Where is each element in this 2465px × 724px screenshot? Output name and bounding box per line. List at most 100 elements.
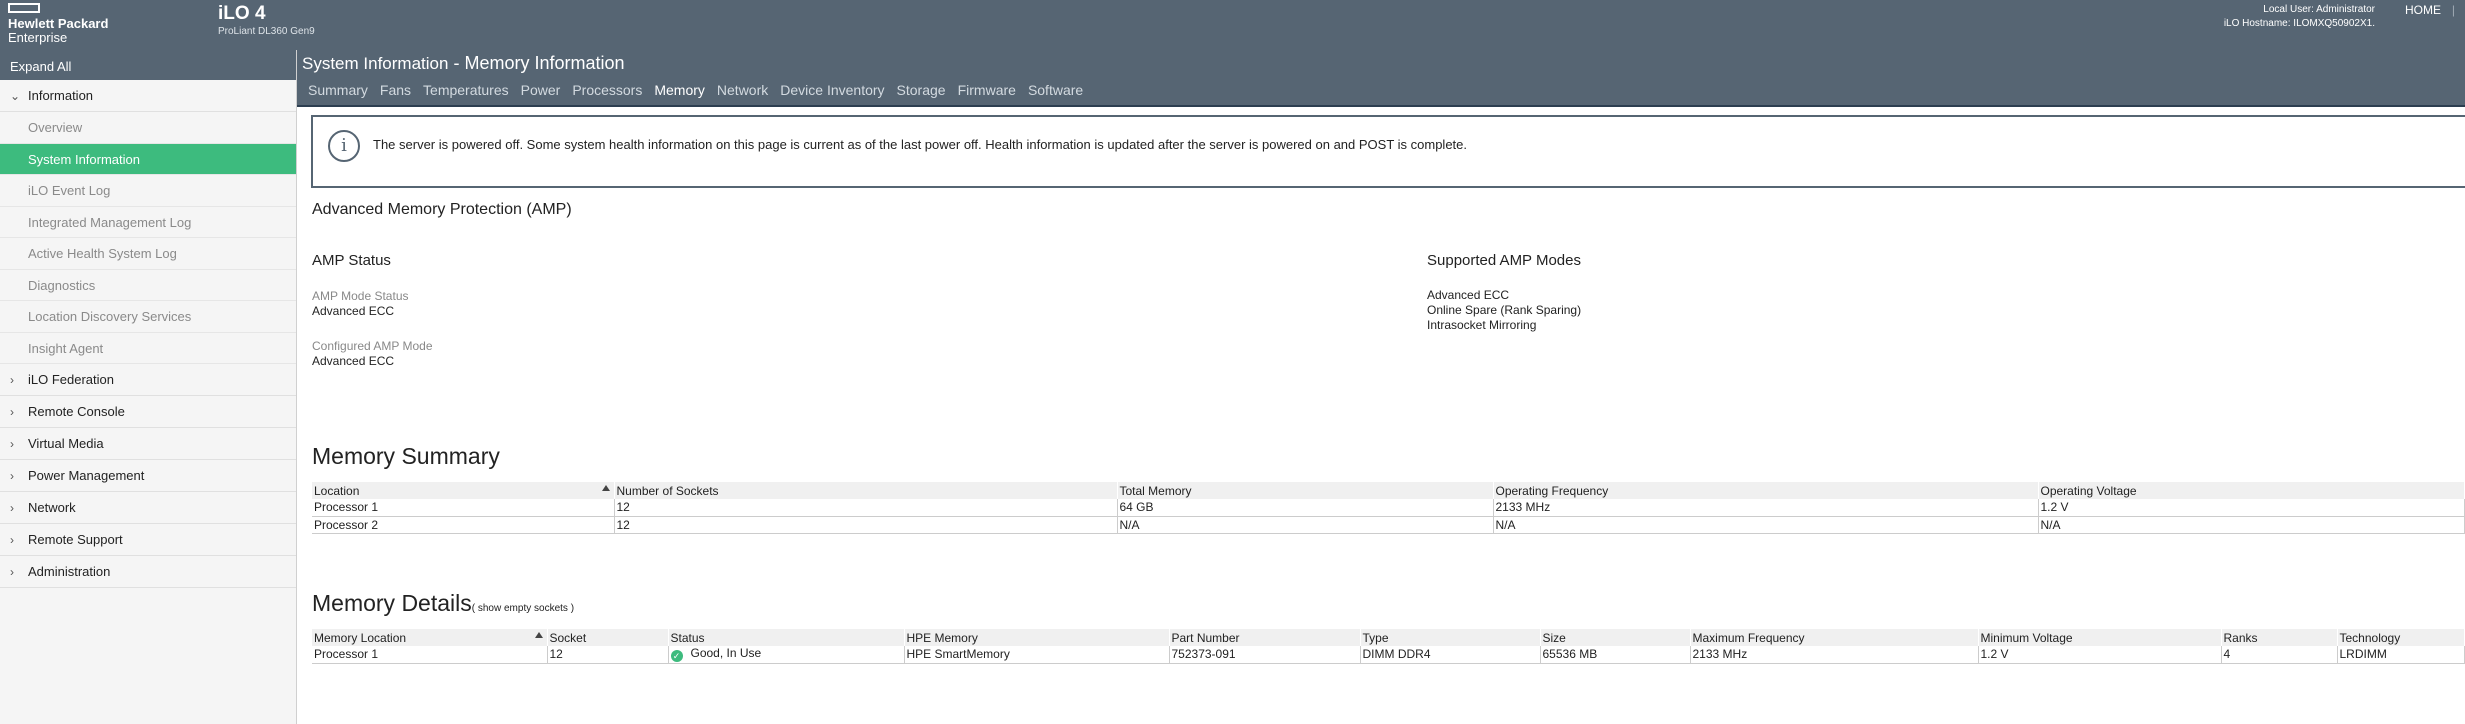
- amp-mode-status-label: AMP Mode Status: [312, 289, 409, 303]
- column-header-type[interactable]: Type: [1360, 629, 1541, 646]
- cell-operating-frequency: N/A: [1493, 516, 2039, 534]
- column-header-hpe-memory[interactable]: HPE Memory: [904, 629, 1170, 646]
- nav-remote-support[interactable]: › Remote Support: [0, 524, 296, 556]
- amp-title: Advanced Memory Protection (AMP): [312, 201, 572, 218]
- status-text: Good, In Use: [690, 646, 762, 661]
- nav-remote-console[interactable]: › Remote Console: [0, 396, 296, 428]
- nav-ilo-federation[interactable]: › iLO Federation: [0, 364, 296, 396]
- column-header-size[interactable]: Size: [1540, 629, 1691, 646]
- column-header-location[interactable]: Location: [312, 482, 615, 499]
- nav-section-label: iLO Federation: [28, 372, 114, 387]
- nav-location-discovery-services[interactable]: Location Discovery Services: [0, 301, 296, 333]
- table-row: Processor 1 12 64 GB 2133 MHz 1.2 V: [312, 499, 2465, 517]
- nav-overview[interactable]: Overview: [0, 112, 296, 144]
- brand-line1: Hewlett Packard: [8, 16, 109, 31]
- tab-storage[interactable]: Storage: [885, 80, 946, 105]
- header-divider: [297, 105, 2465, 107]
- nav-section-label: Power Management: [28, 468, 145, 483]
- cell-operating-voltage: N/A: [2038, 516, 2465, 534]
- show-empty-sockets-link[interactable]: show empty sockets: [478, 603, 568, 614]
- sort-ascending-icon[interactable]: [534, 632, 543, 638]
- hpe-logo-mark: [8, 3, 40, 13]
- cell-location: Processor 2: [312, 516, 615, 534]
- column-header-operating-frequency[interactable]: Operating Frequency: [1493, 482, 2039, 499]
- chevron-right-icon: ›: [10, 373, 14, 387]
- table-row: Processor 2 12 N/A N/A N/A: [312, 516, 2465, 534]
- table-header-row: Location Number of Sockets Total Memory …: [312, 482, 2465, 499]
- product-title: iLO 4: [218, 3, 266, 24]
- tab-summary[interactable]: Summary: [297, 80, 368, 105]
- column-header-technology[interactable]: Technology: [2337, 629, 2465, 646]
- nav-virtual-media[interactable]: › Virtual Media: [0, 428, 296, 460]
- home-link[interactable]: HOME: [2405, 3, 2441, 17]
- nav-power-management[interactable]: › Power Management: [0, 460, 296, 492]
- chevron-right-icon: ›: [10, 469, 14, 483]
- user-info: Local User: Administrator iLO Hostname: …: [2224, 3, 2375, 31]
- cell-status: ✓ Good, In Use: [668, 646, 905, 664]
- ilo-hostname: iLO Hostname: ILOMXQ50902X1.: [2223, 18, 2375, 29]
- nav-integrated-management-log[interactable]: Integrated Management Log: [0, 207, 296, 238]
- power-off-alert: i The server is powered off. Some system…: [311, 115, 2465, 188]
- tab-processors[interactable]: Processors: [560, 80, 642, 105]
- cell-part-number: 752373-091: [1169, 646, 1361, 664]
- cell-technology: LRDIMM: [2337, 646, 2465, 664]
- nav-network[interactable]: › Network: [0, 492, 296, 524]
- tab-network[interactable]: Network: [705, 80, 768, 105]
- main-content: System Information - Memory Information …: [297, 50, 2465, 724]
- column-header-minimum-voltage[interactable]: Minimum Voltage: [1978, 629, 2222, 646]
- supported-amp-modes-title: Supported AMP Modes: [1427, 252, 1581, 269]
- column-header-operating-voltage[interactable]: Operating Voltage: [2038, 482, 2465, 499]
- tab-power[interactable]: Power: [509, 80, 561, 105]
- hpe-logo: Hewlett Packard Enterprise: [8, 3, 118, 44]
- nav-administration[interactable]: › Administration: [0, 556, 296, 588]
- tab-bar: Summary Fans Temperatures Power Processo…: [297, 80, 1083, 105]
- column-header-ranks[interactable]: Ranks: [2221, 629, 2338, 646]
- cell-minimum-voltage: 1.2 V: [1978, 646, 2222, 664]
- sort-ascending-icon[interactable]: [601, 485, 610, 491]
- nav-information-label: Information: [28, 88, 94, 103]
- nav-insight-agent[interactable]: Insight Agent: [0, 333, 296, 364]
- memory-summary-title: Memory Summary: [312, 443, 500, 469]
- column-header-socket[interactable]: Socket: [547, 629, 669, 646]
- cell-memory-location: Processor 1: [312, 646, 548, 664]
- cell-operating-voltage: 1.2 V: [2038, 499, 2465, 517]
- nav-section-label: Network: [28, 500, 76, 515]
- supported-amp-mode: Intrasocket Mirroring: [1427, 318, 1537, 332]
- alert-message: The server is powered off. Some system h…: [373, 137, 1468, 152]
- nav-information[interactable]: ⌄ Information: [0, 80, 296, 112]
- column-header-memory-location[interactable]: Memory Location: [312, 629, 548, 646]
- column-header-status[interactable]: Status: [668, 629, 905, 646]
- configured-amp-mode-value: Advanced ECC: [312, 354, 395, 368]
- memory-details-table: Memory Location Socket Status HPE Memory…: [312, 629, 2465, 664]
- cell-socket: 12: [547, 646, 669, 664]
- tab-temperatures[interactable]: Temperatures: [411, 80, 509, 105]
- nav-system-information[interactable]: System Information: [0, 143, 296, 175]
- cell-ranks: 4: [2221, 646, 2338, 664]
- show-empty-sockets: ( show empty sockets ): [471, 603, 575, 614]
- column-header-total-memory[interactable]: Total Memory: [1117, 482, 1494, 499]
- tab-device-inventory[interactable]: Device Inventory: [768, 80, 884, 105]
- tab-fans[interactable]: Fans: [368, 80, 411, 105]
- nav-section-label: Administration: [28, 564, 111, 579]
- sidebar: Expand All ⌄ Information Overview System…: [0, 50, 297, 724]
- column-header-sockets[interactable]: Number of Sockets: [614, 482, 1118, 499]
- memory-details-title-text: Memory Details: [312, 590, 472, 616]
- column-header-maximum-frequency[interactable]: Maximum Frequency: [1690, 629, 1979, 646]
- tab-software[interactable]: Software: [1016, 80, 1083, 105]
- cell-maximum-frequency: 2133 MHz: [1690, 646, 1979, 664]
- nav-ilo-event-log[interactable]: iLO Event Log: [0, 175, 296, 207]
- page-title-text: Memory Information: [464, 53, 625, 73]
- nav-diagnostics[interactable]: Diagnostics: [0, 270, 296, 301]
- chevron-right-icon: ›: [10, 437, 14, 451]
- expand-all-link[interactable]: Expand All: [0, 50, 296, 80]
- page-header: System Information - Memory Information …: [297, 50, 2465, 107]
- tab-firmware[interactable]: Firmware: [946, 80, 1016, 105]
- cell-sockets: 12: [614, 499, 1118, 517]
- column-header-part-number[interactable]: Part Number: [1169, 629, 1361, 646]
- nav-active-health-system-log[interactable]: Active Health System Log: [0, 238, 296, 270]
- page-title-separator: -: [448, 53, 465, 73]
- tab-memory[interactable]: Memory: [642, 80, 705, 105]
- page-section: System Information: [302, 54, 449, 73]
- server-model: ProLiant DL360 Gen9: [218, 26, 315, 37]
- cell-hpe-memory: HPE SmartMemory: [904, 646, 1170, 664]
